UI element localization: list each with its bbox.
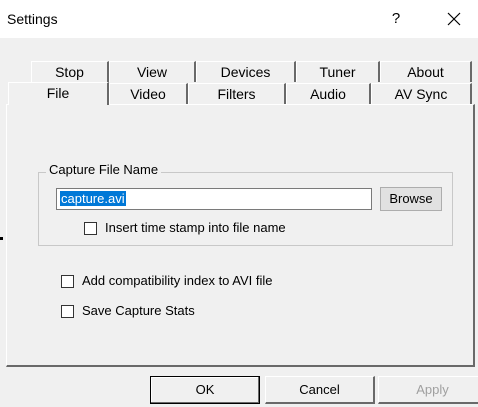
apply-button[interactable]: Apply	[378, 376, 478, 404]
tab-file[interactable]: File	[8, 82, 109, 105]
tab-tuner[interactable]: Tuner	[296, 61, 380, 82]
close-button[interactable]	[434, 5, 474, 33]
title-bar: Settings ?	[0, 0, 478, 38]
tab-file-label: File	[46, 85, 70, 101]
browse-button[interactable]: Browse	[380, 187, 442, 211]
tab-stop[interactable]: Stop	[31, 61, 109, 82]
edge-mark	[0, 237, 3, 240]
tab-av-sync-label: AV Sync	[394, 86, 448, 102]
tab-filters[interactable]: Filters	[188, 83, 286, 104]
tab-about-label: About	[407, 64, 444, 80]
filename-value: capture.avi	[60, 191, 126, 206]
compat-index-checkbox[interactable]	[61, 275, 74, 288]
tab-video-label: Video	[130, 86, 166, 102]
tab-view-label: View	[136, 64, 168, 80]
close-icon	[447, 12, 461, 26]
filename-input[interactable]: capture.avi	[56, 188, 372, 210]
tab-devices[interactable]: Devices	[196, 61, 296, 82]
ok-button[interactable]: OK	[150, 376, 260, 404]
tab-about[interactable]: About	[380, 61, 472, 82]
dialog-title: Settings	[7, 11, 58, 27]
tab-av-sync[interactable]: AV Sync	[371, 83, 472, 104]
tab-filters-label: Filters	[217, 86, 256, 102]
save-stats-checkbox[interactable]	[61, 305, 74, 318]
timestamp-checkbox[interactable]	[84, 222, 97, 235]
capture-group-label: Capture File Name	[46, 162, 162, 177]
tab-audio-label: Audio	[310, 86, 346, 102]
tab-tuner-label: Tuner	[319, 64, 356, 80]
timestamp-label: Insert time stamp into file name	[105, 220, 286, 235]
settings-dialog: Settings ? Stop View Devices Tuner About…	[0, 0, 478, 407]
tab-stop-label: Stop	[55, 64, 84, 80]
compat-index-label: Add compatibility index to AVI file	[82, 273, 273, 288]
tab-video[interactable]: Video	[109, 83, 188, 104]
cancel-button[interactable]: Cancel	[265, 376, 375, 404]
help-button[interactable]: ?	[380, 5, 412, 33]
tab-view[interactable]: View	[109, 61, 196, 82]
save-stats-label: Save Capture Stats	[82, 303, 195, 318]
tab-audio[interactable]: Audio	[286, 83, 371, 104]
tab-devices-label: Devices	[220, 64, 271, 80]
